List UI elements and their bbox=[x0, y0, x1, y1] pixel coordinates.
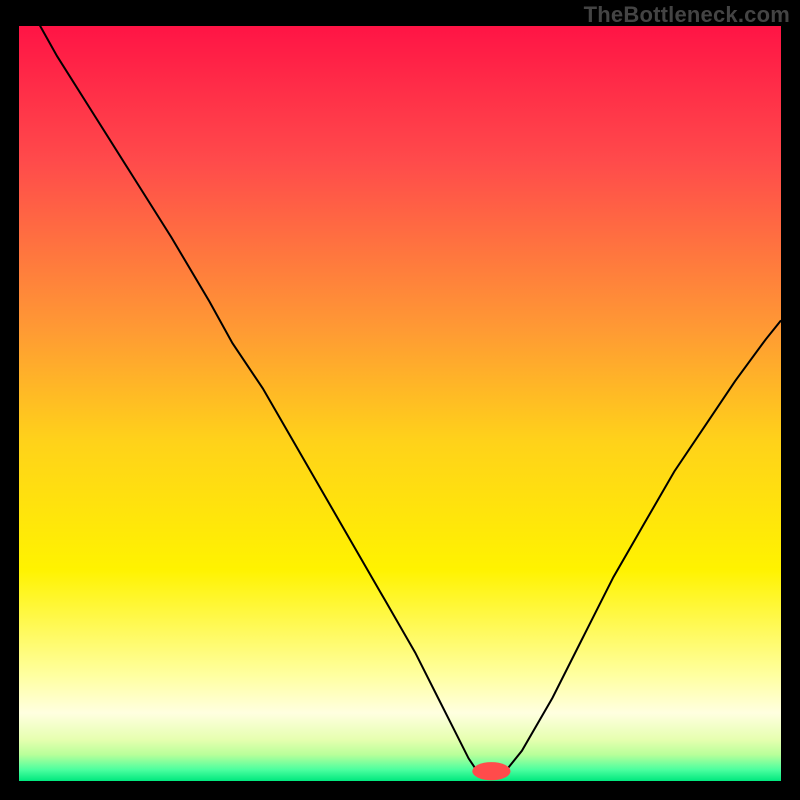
gradient-background bbox=[19, 26, 781, 781]
chart-frame: TheBottleneck.com bbox=[0, 0, 800, 800]
watermark-text: TheBottleneck.com bbox=[584, 2, 790, 28]
optimal-point-marker bbox=[472, 762, 510, 780]
bottleneck-chart bbox=[19, 26, 781, 781]
plot-area bbox=[19, 26, 781, 781]
